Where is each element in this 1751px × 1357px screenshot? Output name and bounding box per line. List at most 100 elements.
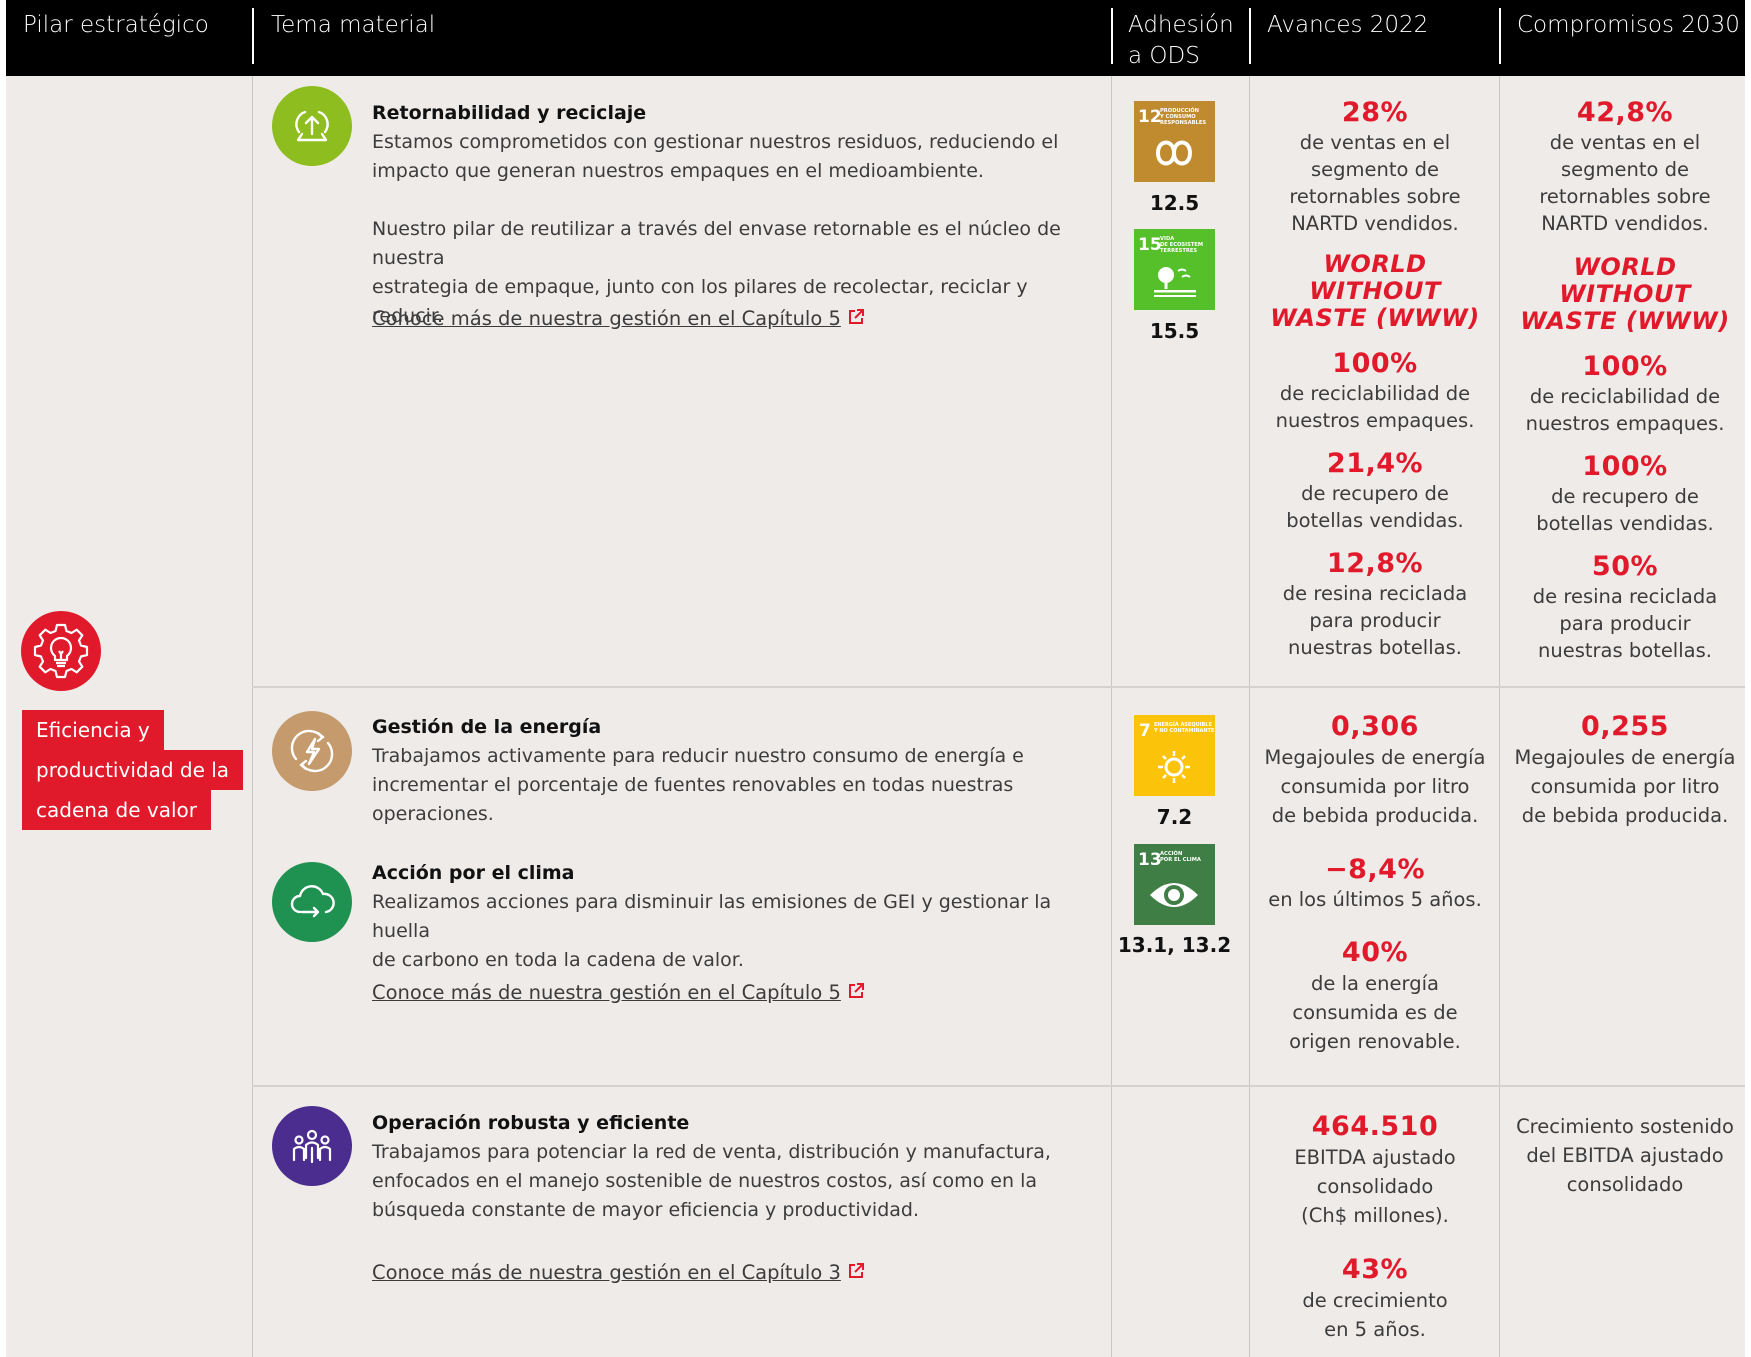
pillar-label: Eficiencia y productividad de la cadena … xyxy=(22,710,244,830)
topic-title: Retornabilidad y reciclaje xyxy=(372,102,647,124)
www-label: WASTE (WWW) xyxy=(1520,307,1730,335)
metric-text: EBITDA ajustado xyxy=(1294,1146,1456,1169)
ods-number: 15 xyxy=(1138,235,1162,255)
metric-value: 464.510 xyxy=(1311,1111,1439,1142)
svg-text:PRODUCCIÓN: PRODUCCIÓN xyxy=(1160,107,1199,114)
topic-text: Trabajamos activamente para reducir nues… xyxy=(372,745,1024,767)
metric-value: 42,8% xyxy=(1576,97,1674,128)
topic-text: incrementar el porcentaje de fuentes ren… xyxy=(372,774,1014,796)
ods-code: 12.5 xyxy=(1149,191,1200,215)
ods-number: 13 xyxy=(1138,850,1162,870)
header-divider xyxy=(1249,8,1251,64)
compromisos-energia: 0,255 Megajoules de energía consumida po… xyxy=(1505,711,1745,830)
metric-text: retornables sobre xyxy=(1539,185,1711,208)
column-divider xyxy=(1249,76,1250,1357)
header-pillar: Pilar estratégico xyxy=(23,12,209,38)
link-text[interactable]: Conoce más de nuestra gestión en el Capí… xyxy=(372,307,841,330)
metric-text: Megajoules de energía xyxy=(1514,746,1736,769)
metric-value: 0,306 xyxy=(1331,711,1419,742)
metric-text: de crecimiento xyxy=(1302,1289,1448,1312)
column-divider xyxy=(252,76,253,1357)
svg-text:ENERGÍA ASEQUIBLE: ENERGÍA ASEQUIBLE xyxy=(1154,720,1212,728)
metric-text: botellas vendidas. xyxy=(1536,512,1714,535)
ods-number: 12 xyxy=(1138,107,1162,127)
metric-value: 28% xyxy=(1341,97,1409,128)
header-divider xyxy=(252,8,254,64)
topic-operacion: Operación robusta y eficiente Trabajamos… xyxy=(372,1108,1102,1225)
metric-text: de resina reciclada xyxy=(1532,585,1718,608)
metric-text: nuestras botellas. xyxy=(1538,639,1712,662)
pillar-label-line2: productividad de la xyxy=(22,750,244,790)
topic-text: enfocados en el manejo sostenible de nue… xyxy=(372,1170,1037,1192)
link-text[interactable]: Conoce más de nuestra gestión en el Capí… xyxy=(372,981,841,1004)
metric-text: de recupero de xyxy=(1301,482,1449,505)
header-ods-line1: Adhesión xyxy=(1128,12,1234,38)
metric-text: para producir xyxy=(1559,612,1691,635)
svg-text:Y NO CONTAMINANTE: Y NO CONTAMINANTE xyxy=(1153,728,1215,734)
metric-text: retornables sobre xyxy=(1289,185,1461,208)
column-divider xyxy=(1499,76,1500,1357)
metric-text: de reciclabilidad de xyxy=(1529,385,1721,408)
svg-text:ACCIÓN: ACCIÓN xyxy=(1160,850,1182,857)
external-link-icon[interactable] xyxy=(847,1262,865,1280)
topic-text: búsqueda constante de mayor eficiencia y… xyxy=(372,1199,920,1221)
compromisos-operacion: Crecimiento sostenido del EBITDA ajustad… xyxy=(1505,1112,1745,1199)
metric-value: 0,255 xyxy=(1581,711,1669,742)
chapter-5-link[interactable]: Conoce más de nuestra gestión en el Capí… xyxy=(372,304,865,334)
ods-code: 13.1, 13.2 xyxy=(1117,933,1232,957)
chapter-3-link[interactable]: Conoce más de nuestra gestión en el Capí… xyxy=(372,1258,865,1288)
avances-energia: 0,306 Megajoules de energía consumida po… xyxy=(1255,711,1495,1056)
metric-text: segmento de xyxy=(1310,158,1440,181)
metric-value: 12,8% xyxy=(1326,548,1424,579)
avances-reciclaje: 28% de ventas en el segmento de retornab… xyxy=(1255,97,1495,661)
topic-title: Operación robusta y eficiente xyxy=(372,1112,690,1134)
metric-text: de la energía xyxy=(1311,972,1439,995)
topic-energia: Gestión de la energía Trabajamos activam… xyxy=(372,712,1102,829)
topic-clima: Acción por el clima Realizamos acciones … xyxy=(372,858,1102,975)
topic-reciclaje: Retornabilidad y reciclaje Estamos compr… xyxy=(372,98,1102,331)
topic-title: Gestión de la energía xyxy=(372,716,602,738)
recycle-upload-icon xyxy=(272,86,352,166)
header-topic: Tema material xyxy=(271,12,436,38)
header-ods-line2: a ODS xyxy=(1128,43,1200,69)
sustainability-table: Pilar estratégico Tema material Adhesión… xyxy=(6,0,1745,1357)
external-link-icon[interactable] xyxy=(847,982,865,1000)
metric-text: origen renovable. xyxy=(1289,1030,1461,1053)
link-text[interactable]: Conoce más de nuestra gestión en el Capí… xyxy=(372,1261,841,1284)
metric-text: en 5 años. xyxy=(1324,1318,1426,1341)
topic-text: Trabajamos para potenciar la red de vent… xyxy=(372,1141,1051,1163)
header-avances: Avances 2022 xyxy=(1267,12,1429,38)
svg-text:POR EL CLIMA: POR EL CLIMA xyxy=(1160,857,1201,863)
metric-text: nuestros empaques. xyxy=(1275,409,1475,432)
pillar-label-line1: Eficiencia y xyxy=(22,710,164,750)
ods-13-icon: 13 ACCIÓN POR EL CLIMA xyxy=(1134,844,1215,925)
metric-text: consumida por litro xyxy=(1530,775,1720,798)
metric-value: 21,4% xyxy=(1326,448,1424,479)
gear-lightbulb-icon xyxy=(21,611,101,691)
avances-operacion: 464.510 EBITDA ajustado consolidado (Ch$… xyxy=(1255,1111,1495,1344)
metric-text: consumida es de xyxy=(1292,1001,1458,1024)
metric-text: nuestros empaques. xyxy=(1525,412,1725,435)
metric-text: consolidado xyxy=(1566,1173,1684,1196)
topic-text: Realizamos acciones para disminuir las e… xyxy=(372,891,1052,942)
metric-value: 40% xyxy=(1341,937,1409,968)
lightning-cycle-icon xyxy=(272,711,352,791)
metric-text: consumida por litro xyxy=(1280,775,1470,798)
column-divider xyxy=(1111,76,1112,1357)
metric-text: Crecimiento sostenido xyxy=(1516,1115,1734,1138)
metric-text: NARTD vendidos. xyxy=(1291,212,1459,235)
metric-text: nuestras botellas. xyxy=(1288,636,1462,659)
metric-value: 100% xyxy=(1582,451,1668,482)
row-divider xyxy=(252,686,1745,688)
pillar-label-line3: cadena de valor xyxy=(22,790,212,830)
compromisos-reciclaje: 42,8% de ventas en el segmento de retorn… xyxy=(1505,97,1745,664)
metric-text: (Ch$ millones). xyxy=(1301,1204,1449,1227)
external-link-icon[interactable] xyxy=(847,308,865,326)
topic-text: operaciones. xyxy=(372,803,494,825)
cloud-cycle-icon xyxy=(272,862,352,942)
chapter-5-link[interactable]: Conoce más de nuestra gestión en el Capí… xyxy=(372,978,865,1008)
www-label: WASTE (WWW) xyxy=(1270,304,1480,332)
metric-text: del EBITDA ajustado xyxy=(1526,1144,1724,1167)
team-people-icon xyxy=(272,1106,352,1186)
